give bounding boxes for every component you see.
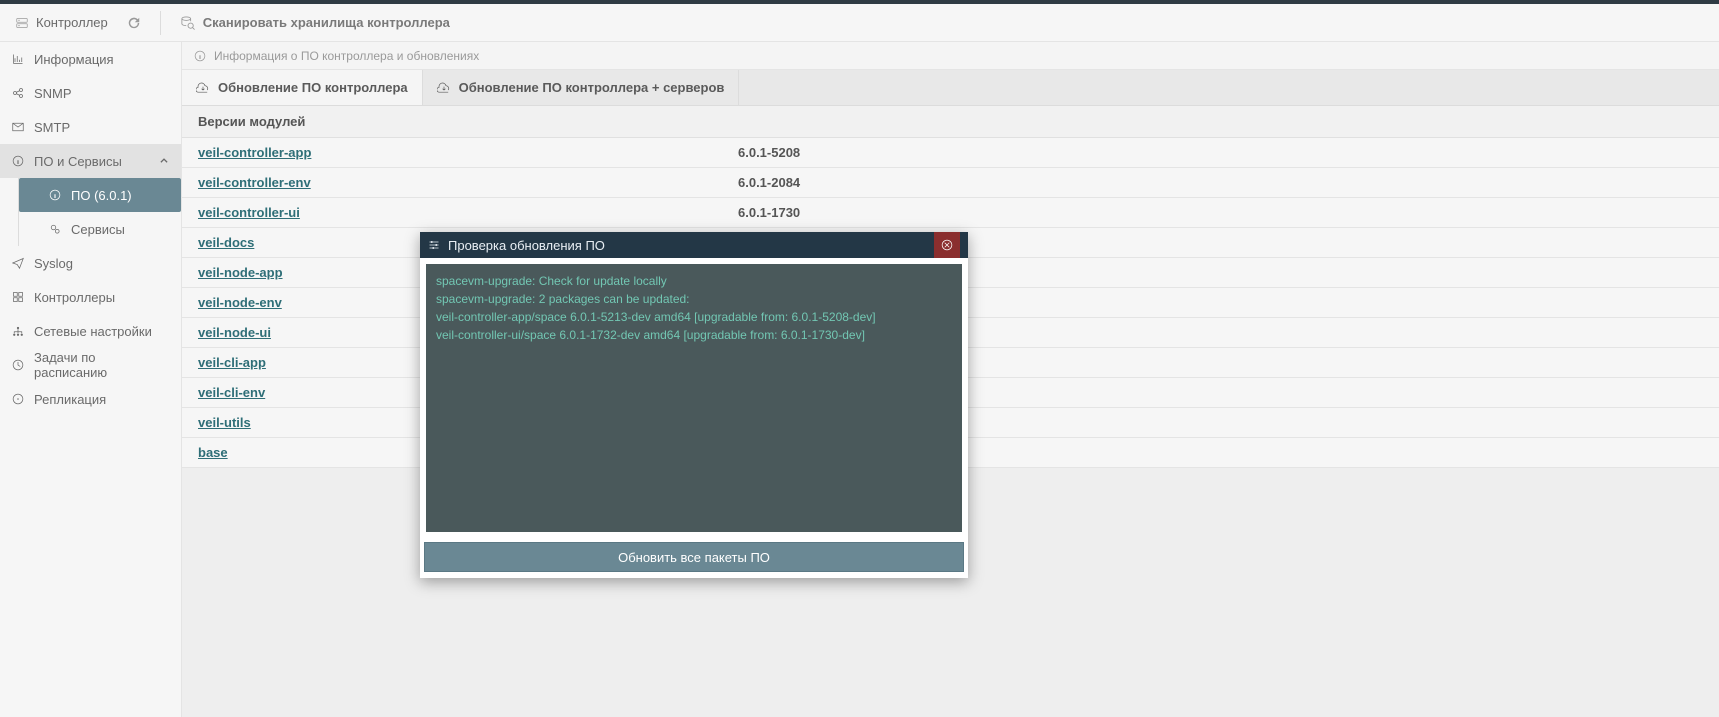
tab-label: Обновление ПО контроллера + серверов (459, 80, 725, 95)
terminal-output: spacevm-upgrade: Check for update locall… (426, 264, 962, 532)
controller-label: Контроллер (36, 15, 108, 30)
sidebar-item-smtp[interactable]: SMTP (0, 110, 181, 144)
sliders-icon (428, 239, 440, 251)
sidebar-item-label: Syslog (34, 256, 73, 271)
grid-icon (12, 291, 24, 303)
terminal-line: spacevm-upgrade: 2 packages can be updat… (436, 290, 952, 308)
module-name-link[interactable]: veil-controller-ui (198, 205, 738, 220)
tab-label: Обновление ПО контроллера (218, 80, 408, 95)
sidebar-item-label: SMTP (34, 120, 70, 135)
sidebar-item-information[interactable]: Информация (0, 42, 181, 76)
paper-plane-icon (12, 257, 24, 269)
sidebar-item-replication[interactable]: Репликация (0, 382, 181, 416)
terminal-line: veil-controller-app/space 6.0.1-5213-dev… (436, 308, 952, 326)
info-icon (12, 155, 24, 167)
sidebar-item-label: Репликация (34, 392, 106, 407)
modules-section-title: Версии модулей (182, 106, 1719, 138)
close-icon (941, 239, 953, 251)
chart-icon (12, 53, 24, 65)
sidebar-item-syslog[interactable]: Syslog (0, 246, 181, 280)
info-icon (194, 50, 206, 62)
modal-title: Проверка обновления ПО (448, 238, 605, 253)
server-icon (16, 17, 28, 29)
module-row: veil-controller-env6.0.1-2084 (182, 168, 1719, 198)
modal-close-button[interactable] (934, 232, 960, 258)
sidebar-item-controllers[interactable]: Контроллеры (0, 280, 181, 314)
refresh-button[interactable] (122, 13, 146, 33)
sidebar-item-label: Контроллеры (34, 290, 115, 305)
page-head: Информация о ПО контроллера и обновления… (182, 42, 1719, 70)
module-version: 6.0.1-1730 (738, 205, 800, 220)
sidebar-item-software-services[interactable]: ПО и Сервисы (0, 144, 181, 178)
sidebar-sub-software[interactable]: ПО (6.0.1) (19, 178, 181, 212)
clock-icon (12, 359, 24, 371)
tab-update-controller[interactable]: Обновление ПО контроллера (182, 70, 423, 105)
sidebar-item-label: Задачи по расписанию (34, 350, 169, 380)
cloud-download-icon (196, 82, 210, 94)
modal-body: spacevm-upgrade: Check for update locall… (420, 258, 968, 538)
terminal-line: veil-controller-ui/space 6.0.1-1732-dev … (436, 326, 952, 344)
module-row: veil-controller-app6.0.1-5208 (182, 138, 1719, 168)
sidebar-sub-label: Сервисы (71, 222, 125, 237)
module-name-link[interactable]: veil-controller-app (198, 145, 738, 160)
controller-button[interactable]: Контроллер (10, 11, 114, 34)
chevron-up-icon (159, 156, 169, 166)
tabs: Обновление ПО контроллера Обновление ПО … (182, 70, 1719, 106)
page-title: Информация о ПО контроллера и обновления… (214, 49, 479, 63)
network-icon (12, 325, 24, 337)
sidebar-sub-services[interactable]: Сервисы (19, 212, 181, 246)
scan-storages-button[interactable]: Сканировать хранилища контроллера (175, 11, 456, 34)
sidebar-item-schedule[interactable]: Задачи по расписанию (0, 348, 181, 382)
sidebar-submenu: ПО (6.0.1) Сервисы (18, 178, 181, 246)
scan-label: Сканировать хранилища контроллера (203, 15, 450, 30)
module-name-link[interactable]: veil-controller-env (198, 175, 738, 190)
sidebar-item-label: Информация (34, 52, 114, 67)
update-all-packages-button[interactable]: Обновить все пакеты ПО (424, 542, 964, 572)
terminal-line: spacevm-upgrade: Check for update locall… (436, 272, 952, 290)
info-icon (49, 189, 61, 201)
sidebar-item-label: ПО и Сервисы (34, 154, 122, 169)
sidebar-item-label: Сетевые настройки (34, 324, 152, 339)
database-search-icon (181, 16, 195, 30)
module-row: veil-controller-ui6.0.1-1730 (182, 198, 1719, 228)
sidebar-item-snmp[interactable]: SNMP (0, 76, 181, 110)
mail-icon (12, 121, 24, 133)
toolbar: Контроллер Сканировать хранилища контрол… (0, 4, 1719, 42)
sidebar-sub-label: ПО (6.0.1) (71, 188, 132, 203)
update-check-modal: Проверка обновления ПО spacevm-upgrade: … (420, 232, 968, 578)
tab-update-controller-servers[interactable]: Обновление ПО контроллера + серверов (423, 70, 740, 105)
sidebar: Информация SNMP SMTP ПО и Сервисы ПО (6.… (0, 42, 182, 717)
modal-header[interactable]: Проверка обновления ПО (420, 232, 968, 258)
refresh-icon (128, 17, 140, 29)
module-version: 6.0.1-5208 (738, 145, 800, 160)
gears-icon (49, 223, 61, 235)
share-icon (12, 87, 24, 99)
modal-actions: Обновить все пакеты ПО (420, 538, 968, 578)
cloud-download-icon (437, 82, 451, 94)
toolbar-divider (160, 11, 161, 35)
module-version: 6.0.1-2084 (738, 175, 800, 190)
sidebar-item-label: SNMP (34, 86, 72, 101)
replication-icon (12, 393, 24, 405)
sidebar-item-network[interactable]: Сетевые настройки (0, 314, 181, 348)
